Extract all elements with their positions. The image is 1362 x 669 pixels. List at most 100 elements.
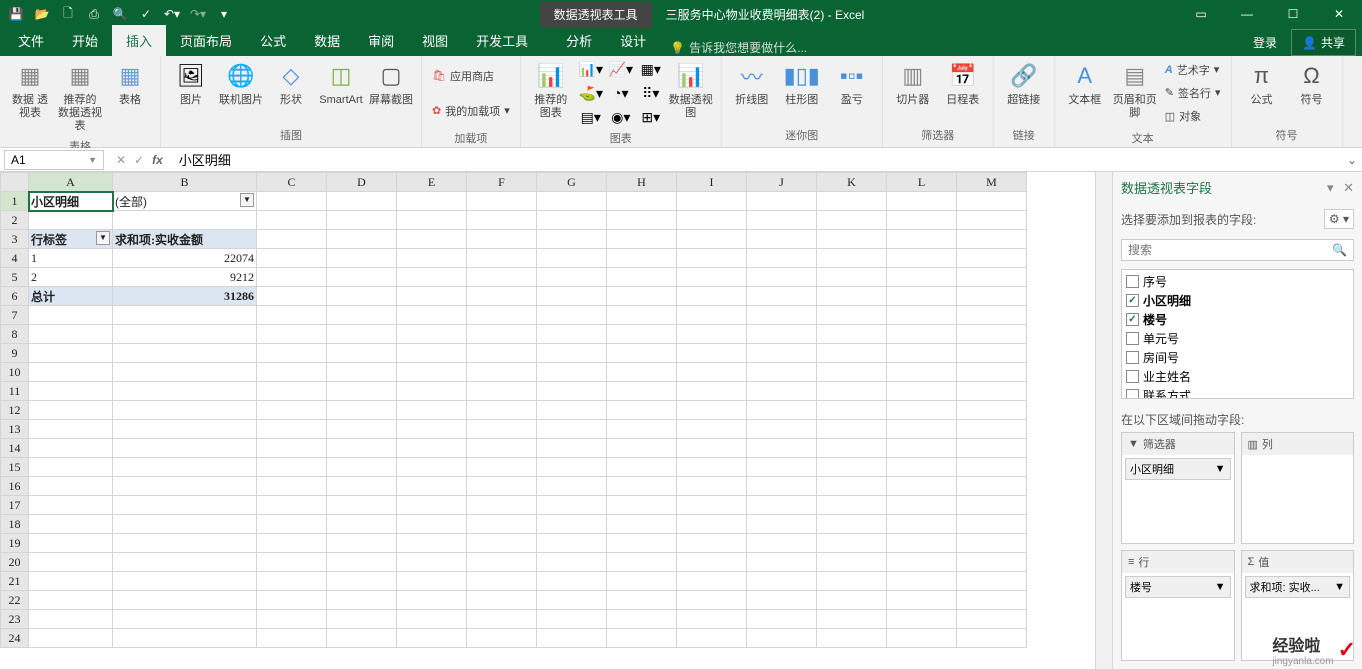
row-header[interactable]: 15	[1, 458, 29, 477]
table-button[interactable]: ▦表格	[106, 58, 154, 109]
cancel-icon[interactable]: ✕	[116, 153, 126, 167]
sparkline-column-button[interactable]: ▮▯▮柱形图	[778, 58, 826, 109]
tab-formula[interactable]: 公式	[246, 25, 300, 56]
new-icon[interactable]: 🗋	[56, 2, 80, 26]
chart-line-icon[interactable]: 📈▾	[607, 58, 635, 80]
tab-home[interactable]: 开始	[58, 25, 112, 56]
row-header[interactable]: 22	[1, 591, 29, 610]
vertical-scrollbar[interactable]	[1095, 172, 1112, 669]
field-checkbox[interactable]	[1126, 275, 1139, 288]
field-checkbox[interactable]	[1126, 389, 1139, 399]
enter-icon[interactable]: ✓	[134, 153, 144, 167]
fx-icon[interactable]: fx	[152, 153, 163, 167]
col-header[interactable]: A	[29, 173, 113, 192]
store-button[interactable]: 🛍应用商店	[428, 66, 514, 86]
close-icon[interactable]: ✕	[1316, 0, 1362, 28]
field-checkbox[interactable]	[1126, 332, 1139, 345]
row-header[interactable]: 4	[1, 249, 29, 268]
row-header[interactable]: 16	[1, 477, 29, 496]
minimize-icon[interactable]: ―	[1224, 0, 1270, 28]
field-label[interactable]: 楼号	[1143, 311, 1167, 328]
values-area[interactable]: Σ值 求和项: 实收...▼	[1241, 550, 1355, 662]
columns-area[interactable]: ▥列	[1241, 432, 1355, 544]
chart-combo-icon[interactable]: ⊞▾	[637, 106, 665, 128]
slicer-button[interactable]: ▥切片器	[889, 58, 937, 109]
chart-bar-icon[interactable]: ▤▾	[577, 106, 605, 128]
ribbon-options-icon[interactable]: ▭	[1178, 0, 1224, 28]
cell-a6[interactable]: 总计	[29, 287, 113, 306]
row-header[interactable]: 17	[1, 496, 29, 515]
col-header[interactable]: F	[467, 173, 537, 192]
row-header[interactable]: 18	[1, 515, 29, 534]
hyperlink-button[interactable]: 🔗超链接	[1000, 58, 1048, 109]
col-header[interactable]: D	[327, 173, 397, 192]
chart-hier-icon[interactable]: ▦▾	[637, 58, 665, 80]
field-label[interactable]: 单元号	[1143, 330, 1179, 347]
field-label[interactable]: 业主姓名	[1143, 368, 1191, 385]
maximize-icon[interactable]: ☐	[1270, 0, 1316, 28]
wordart-button[interactable]: A艺术字▾	[1161, 60, 1225, 80]
rowlabel-dropdown-icon[interactable]: ▼	[96, 231, 110, 245]
filter-dropdown-icon[interactable]: ▼	[240, 193, 254, 207]
field-checkbox[interactable]	[1126, 351, 1139, 364]
tab-view[interactable]: 视图	[408, 25, 462, 56]
area-field-item[interactable]: 求和项: 实收...▼	[1245, 576, 1351, 598]
tab-dev[interactable]: 开发工具	[462, 25, 542, 56]
row-header[interactable]: 11	[1, 382, 29, 401]
pivot-chart-button[interactable]: 📊数据透视图	[667, 58, 715, 122]
tab-insert[interactable]: 插入	[112, 25, 166, 56]
picture-button[interactable]: 🖼图片	[167, 58, 215, 109]
select-all-corner[interactable]	[1, 173, 29, 192]
share-button[interactable]: 👤 共享	[1291, 29, 1356, 56]
field-label[interactable]: 联系方式	[1143, 387, 1191, 399]
col-header[interactable]: K	[817, 173, 887, 192]
online-picture-button[interactable]: 🌐联机图片	[217, 58, 265, 109]
recommended-pivot-button[interactable]: ▦推荐的 数据透视表	[56, 58, 104, 136]
name-box[interactable]: A1 ▼	[4, 150, 104, 170]
pivot-table-button[interactable]: ▦数据 透视表	[6, 58, 54, 122]
tab-data[interactable]: 数据	[300, 25, 354, 56]
field-list[interactable]: 序号 小区明细 楼号 单元号 房间号 业主姓名 联系方式 面积 收费期间起始日	[1121, 269, 1354, 399]
row-header[interactable]: 5	[1, 268, 29, 287]
chart-stat-icon[interactable]: ⛳▾	[577, 82, 605, 104]
field-checkbox[interactable]	[1126, 313, 1139, 326]
pane-dropdown-icon[interactable]: ▾	[1327, 180, 1334, 195]
cell-a4[interactable]: 1	[29, 249, 113, 268]
sparkline-winloss-button[interactable]: ▪▫▪盈亏	[828, 58, 876, 109]
chart-surface-icon[interactable]: ◉▾	[607, 106, 635, 128]
print-icon[interactable]: ⎙	[82, 2, 106, 26]
row-header[interactable]: 6	[1, 287, 29, 306]
cell-b4[interactable]: 22074	[113, 249, 257, 268]
field-search[interactable]: 🔍	[1121, 239, 1354, 261]
filter-area[interactable]: ▼筛选器 小区明细▼	[1121, 432, 1235, 544]
save-icon[interactable]: 💾	[4, 2, 28, 26]
row-header[interactable]: 19	[1, 534, 29, 553]
col-header[interactable]: G	[537, 173, 607, 192]
tab-layout[interactable]: 页面布局	[166, 25, 246, 56]
field-checkbox[interactable]	[1126, 294, 1139, 307]
field-checkbox[interactable]	[1126, 370, 1139, 383]
row-header[interactable]: 20	[1, 553, 29, 572]
formula-input[interactable]: 小区明细	[171, 148, 1342, 171]
pane-settings-button[interactable]: ⚙ ▾	[1324, 209, 1354, 229]
tab-analyze[interactable]: 分析	[552, 25, 606, 56]
row-header[interactable]: 1	[1, 192, 29, 211]
signature-button[interactable]: ✎签名行▾	[1161, 83, 1225, 103]
col-header[interactable]: J	[747, 173, 817, 192]
field-label[interactable]: 房间号	[1143, 349, 1179, 366]
row-header[interactable]: 8	[1, 325, 29, 344]
cell-b5[interactable]: 9212	[113, 268, 257, 287]
col-header[interactable]: M	[957, 173, 1027, 192]
col-header[interactable]: E	[397, 173, 467, 192]
col-header[interactable]: L	[887, 173, 957, 192]
smartart-button[interactable]: ◫SmartArt	[317, 58, 365, 109]
field-label[interactable]: 小区明细	[1143, 292, 1191, 309]
field-label[interactable]: 序号	[1143, 273, 1167, 290]
login-link[interactable]: 登录	[1245, 30, 1285, 55]
object-button[interactable]: ◫对象	[1161, 106, 1225, 126]
name-box-dropdown-icon[interactable]: ▼	[88, 155, 97, 165]
row-header[interactable]: 12	[1, 401, 29, 420]
redo-icon[interactable]: ↷▾	[186, 2, 210, 26]
open-icon[interactable]: 📂	[30, 2, 54, 26]
tab-file[interactable]: 文件	[4, 25, 58, 56]
